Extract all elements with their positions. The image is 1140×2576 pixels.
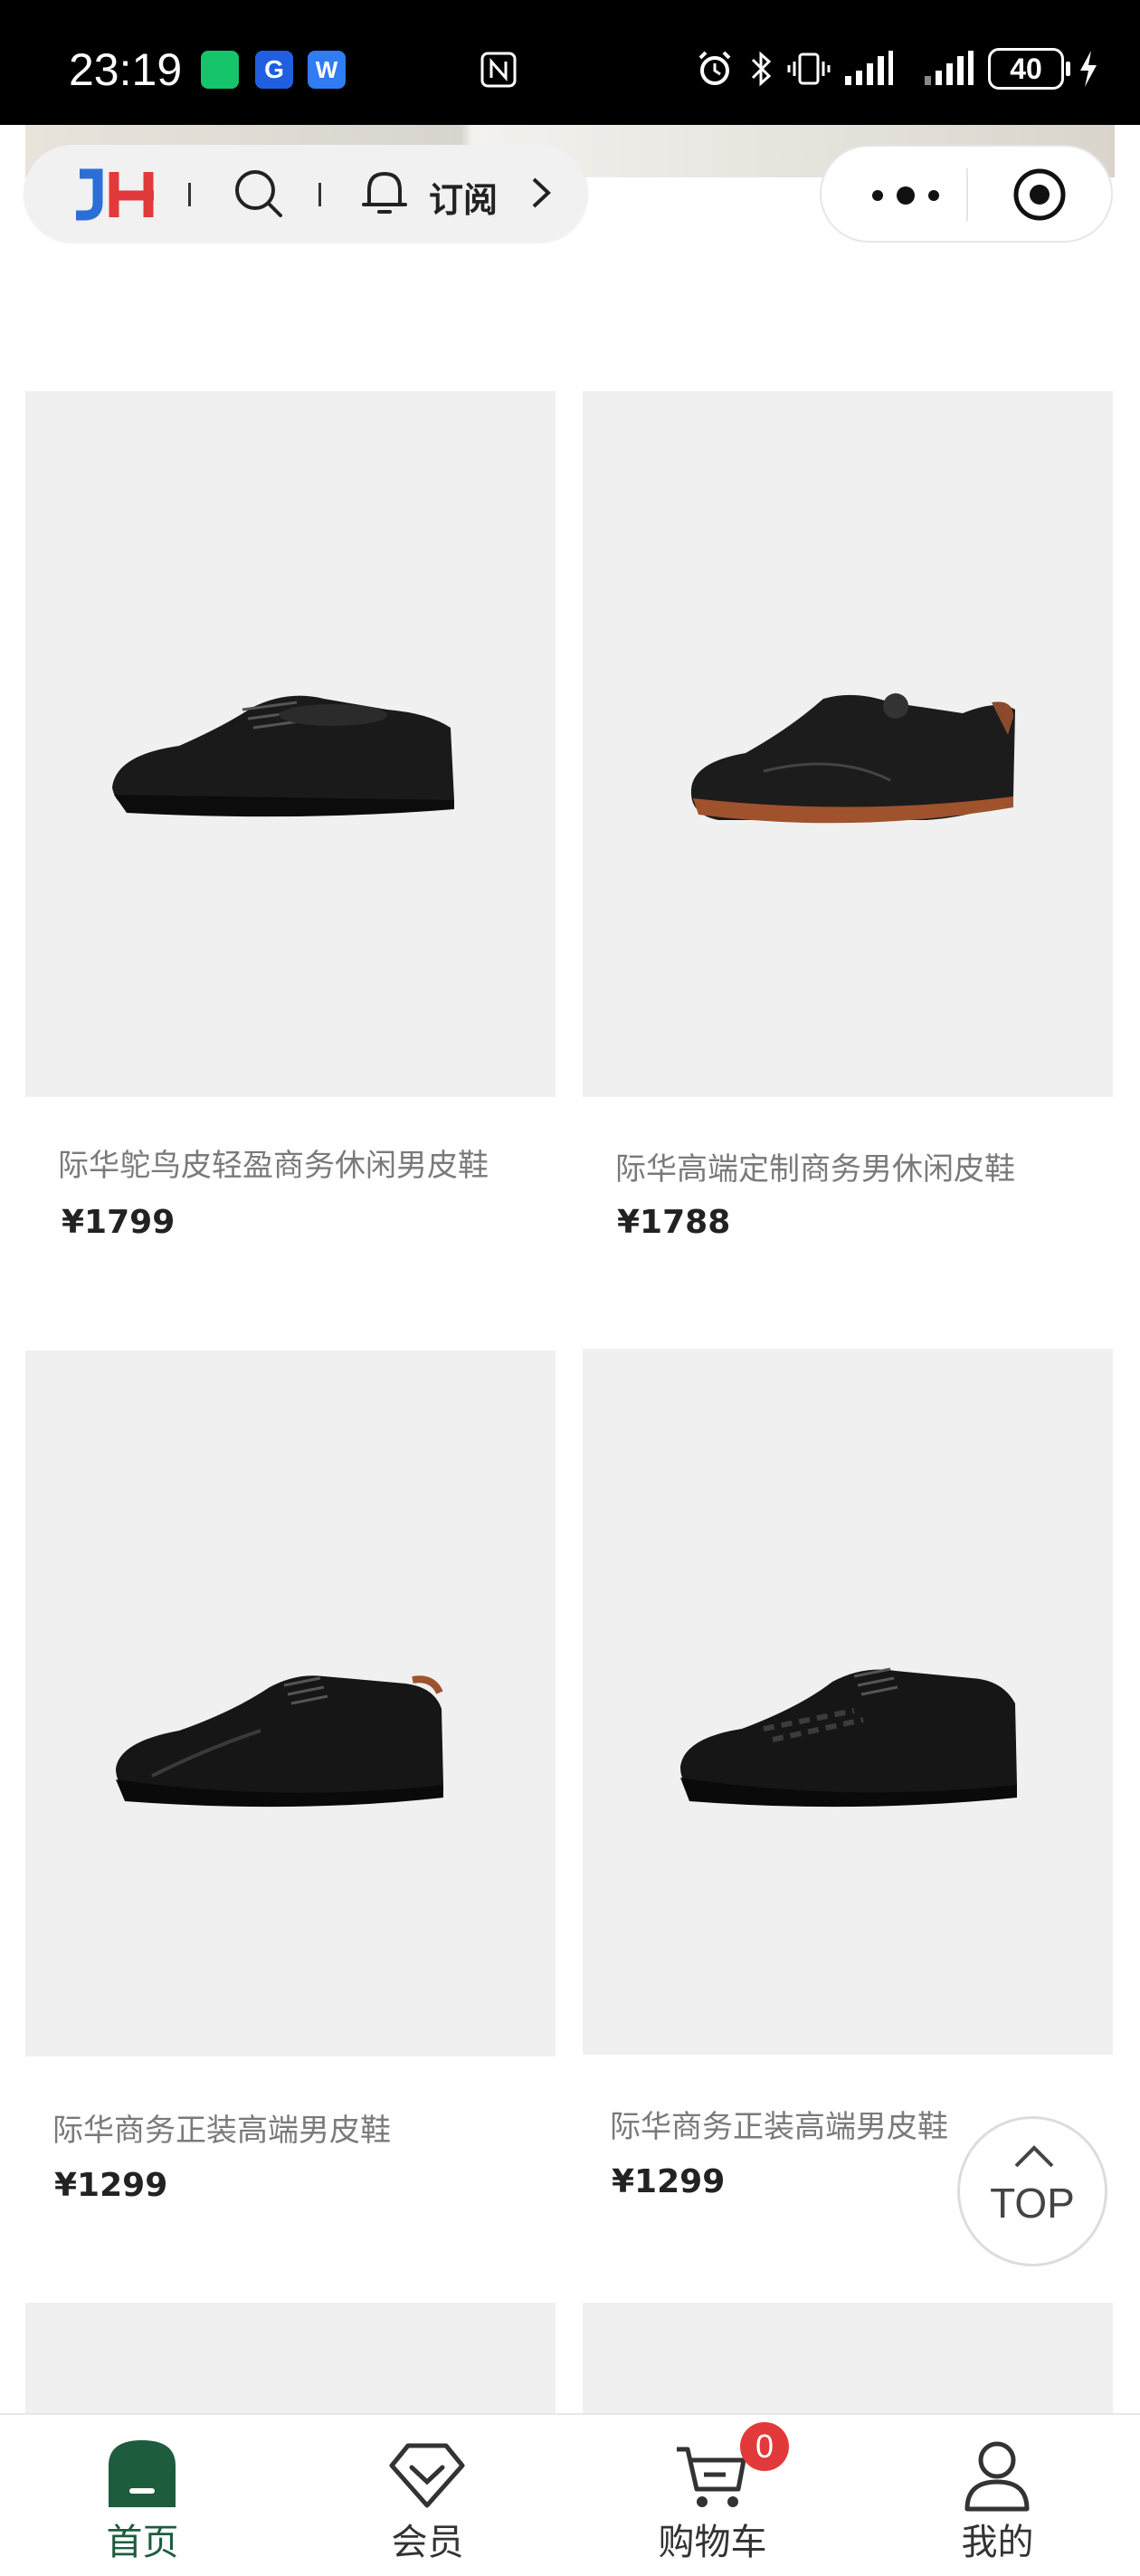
chevron-up-icon	[1014, 2145, 1054, 2168]
home-icon	[109, 2440, 176, 2507]
product-card[interactable]: 际华商务正装高端男皮鞋 ¥1299	[583, 1349, 1113, 2200]
status-bar: 23:19 G W 40	[0, 0, 1140, 125]
tab-label: 购物车	[658, 2522, 767, 2563]
product-image[interactable]	[25, 391, 556, 1097]
user-icon	[964, 2441, 1030, 2512]
header-nav-bar: 订阅	[24, 145, 588, 243]
product-image[interactable]	[583, 391, 1113, 1097]
bell-icon[interactable]	[356, 165, 413, 221]
brand-logo[interactable]	[71, 167, 170, 221]
product-image[interactable]	[25, 1350, 556, 2056]
tab-label: 首页	[106, 2522, 179, 2563]
product-price: ¥1299	[612, 2163, 726, 2200]
miniprogram-capsule	[820, 145, 1113, 243]
bluetooth-icon	[751, 51, 772, 87]
tab-cart[interactable]: 0 购物车	[570, 2415, 855, 2576]
product-price: ¥1799	[62, 1204, 176, 1241]
app-notification-icon: W	[308, 51, 346, 89]
back-to-top-button[interactable]: TOP	[957, 2116, 1107, 2266]
close-icon[interactable]	[1012, 167, 1068, 223]
product-name[interactable]: 际华高端定制商务男休闲皮鞋	[615, 1144, 1015, 1188]
product-price: ¥1299	[54, 2167, 168, 2204]
tab-label: 我的	[961, 2522, 1034, 2563]
tab-label: 会员	[391, 2522, 464, 2563]
more-icon[interactable]	[865, 177, 946, 214]
alarm-icon	[698, 51, 731, 85]
product-card[interactable]: 际华商务正装高端男皮鞋 ¥1299	[25, 1350, 556, 2204]
product-card[interactable]: 际华高端定制商务男休闲皮鞋 ¥1788	[583, 391, 1113, 1241]
app-notification-icon: G	[255, 51, 293, 89]
tab-profile[interactable]: 我的	[855, 2415, 1140, 2576]
product-price: ¥1788	[617, 1204, 731, 1241]
search-icon[interactable]	[230, 165, 286, 221]
subscribe-label[interactable]: 订阅	[429, 172, 498, 222]
product-card[interactable]: 际华鸵鸟皮轻盈商务休闲男皮鞋 ¥1799	[25, 391, 556, 1241]
product-name[interactable]: 际华鸵鸟皮轻盈商务休闲男皮鞋	[58, 1140, 489, 1185]
nfc-icon	[480, 52, 517, 88]
product-card[interactable]	[25, 2303, 556, 2413]
signal-icon	[925, 51, 974, 85]
product-image[interactable]	[583, 2303, 1113, 2413]
charging-icon	[1080, 51, 1097, 87]
status-icons: 40	[695, 43, 1100, 94]
product-name[interactable]: 际华商务正装高端男皮鞋	[610, 2102, 948, 2146]
diamond-icon	[389, 2443, 465, 2508]
top-label: TOP	[990, 2180, 1075, 2227]
status-time: 23:19	[69, 44, 183, 95]
chevron-right-icon[interactable]	[519, 172, 561, 214]
product-image[interactable]	[583, 1349, 1113, 2055]
tab-bar: 首页 会员 0 购物车 我的	[0, 2413, 1140, 2574]
capsule-divider	[966, 168, 968, 221]
product-card[interactable]	[583, 2303, 1113, 2413]
product-name[interactable]: 际华商务正装高端男皮鞋	[52, 2105, 391, 2150]
battery-icon: 40	[988, 48, 1070, 90]
product-image[interactable]	[25, 2303, 556, 2413]
divider	[188, 183, 191, 206]
cart-count-badge: 0	[740, 2422, 789, 2471]
app-notification-icon	[201, 51, 239, 89]
signal-icon	[845, 51, 893, 85]
tab-home[interactable]: 首页	[0, 2415, 285, 2576]
divider	[318, 183, 321, 206]
vibrate-icon	[787, 52, 831, 85]
tab-member[interactable]: 会员	[285, 2415, 570, 2576]
